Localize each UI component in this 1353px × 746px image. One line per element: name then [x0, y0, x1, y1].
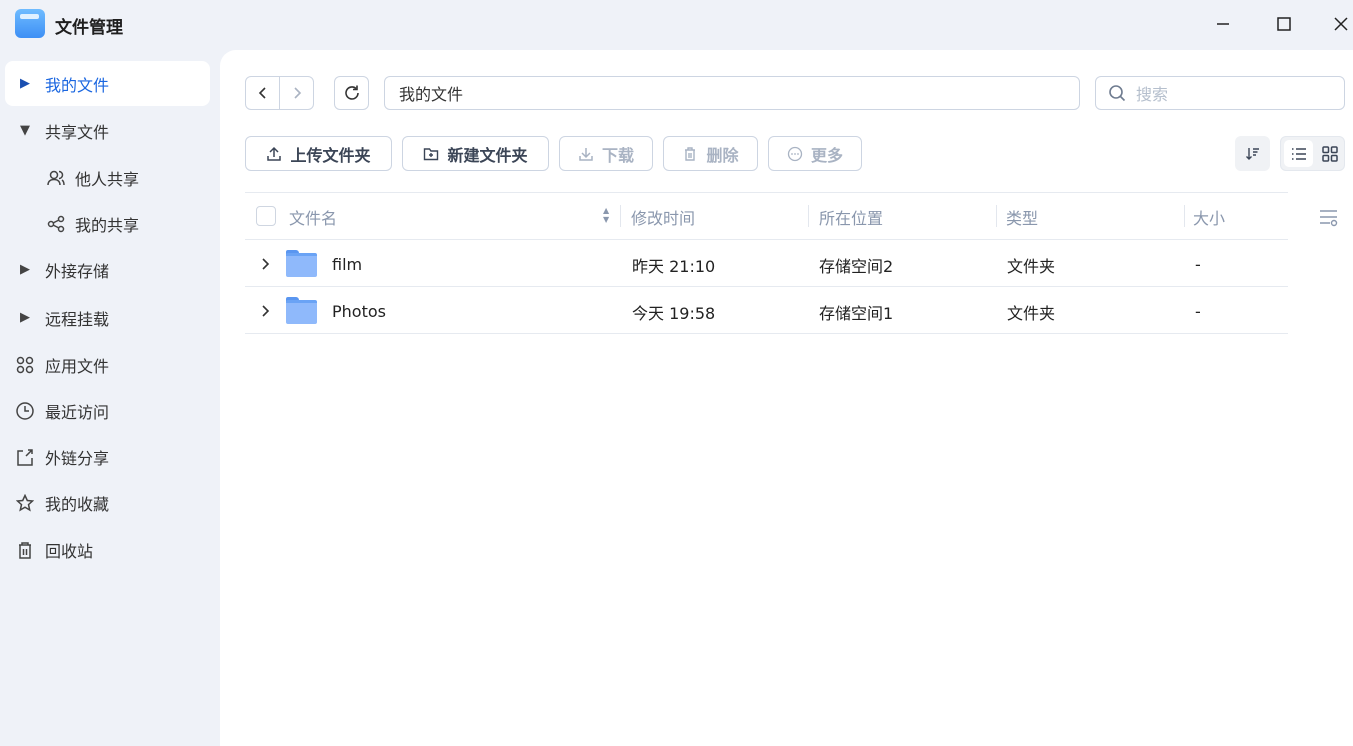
app-title: 文件管理	[55, 18, 123, 38]
file-type: 文件夹	[1007, 303, 1056, 323]
share-icon	[5, 215, 75, 233]
expand-chevron-icon[interactable]	[260, 303, 272, 322]
view-toggle	[1280, 136, 1345, 171]
sidebar-item-link-share[interactable]: 外链分享	[5, 434, 210, 479]
more-button[interactable]: 更多	[768, 136, 862, 171]
sidebar-item-recycle-bin[interactable]: 回收站	[5, 527, 210, 572]
refresh-button[interactable]	[334, 76, 369, 110]
expand-chevron-icon[interactable]	[260, 256, 272, 275]
refresh-icon	[344, 85, 359, 100]
search-input[interactable]: 搜索	[1095, 76, 1345, 110]
file-name[interactable]: Photos	[332, 288, 386, 335]
select-all-checkbox[interactable]	[256, 206, 276, 226]
sidebar-item-shared-files[interactable]: ▼ 共享文件	[5, 108, 210, 153]
sidebar-item-recent[interactable]: 最近访问	[5, 388, 210, 433]
folder-plus-icon	[424, 147, 439, 160]
sort-button[interactable]	[1235, 136, 1270, 171]
modified-time: 今天 19:58	[632, 303, 716, 323]
trash-icon	[685, 146, 696, 161]
clock-icon	[5, 401, 45, 420]
folder-icon	[286, 297, 317, 324]
path-input[interactable]: 我的文件	[384, 76, 1080, 110]
search-icon	[1109, 85, 1126, 102]
chevron-left-icon	[258, 87, 266, 99]
more-icon	[787, 146, 803, 161]
upload-folder-button[interactable]: 上传文件夹	[245, 136, 392, 171]
grid-view-button[interactable]	[1315, 140, 1344, 167]
apps-icon	[5, 356, 45, 374]
column-header-location[interactable]: 所在位置	[819, 193, 883, 240]
app-logo-icon	[15, 9, 45, 38]
location: 存储空间1	[819, 303, 894, 323]
sidebar-item-my-shares[interactable]: 我的共享	[5, 201, 210, 246]
column-header-modified[interactable]: 修改时间	[631, 193, 695, 240]
minimize-button[interactable]	[1206, 8, 1240, 40]
caret-right-icon: ▶	[20, 76, 30, 91]
location: 存储空间2	[819, 256, 894, 276]
modified-time: 昨天 21:10	[632, 256, 716, 276]
download-icon	[579, 147, 593, 161]
close-button[interactable]	[1324, 8, 1353, 40]
sidebar-item-favorites[interactable]: 我的收藏	[5, 480, 210, 525]
maximize-button[interactable]	[1267, 8, 1301, 40]
file-name[interactable]: film	[332, 241, 362, 288]
sidebar-item-remote-mount[interactable]: ▶ 远程挂载	[5, 295, 210, 340]
back-button[interactable]	[245, 76, 280, 110]
external-share-icon	[5, 448, 45, 466]
caret-right-icon: ▶	[20, 310, 30, 325]
sidebar-item-external-storage[interactable]: ▶ 外接存储	[5, 247, 210, 292]
sort-arrows-icon[interactable]: ▲ ▼	[603, 206, 609, 224]
column-header-size[interactable]: 大小	[1193, 193, 1225, 240]
chevron-right-icon	[293, 87, 301, 99]
caret-down-icon: ▼	[20, 123, 30, 138]
sidebar-item-app-files[interactable]: 应用文件	[5, 342, 210, 387]
forward-button[interactable]	[279, 76, 314, 110]
file-type: 文件夹	[1007, 256, 1056, 276]
caret-right-icon: ▶	[20, 262, 30, 277]
grid-icon	[1321, 145, 1338, 162]
download-button[interactable]: 下载	[559, 136, 653, 171]
sidebar-item-shared-with-me[interactable]: 他人共享	[5, 155, 210, 200]
new-folder-button[interactable]: 新建文件夹	[402, 136, 549, 171]
list-icon	[1291, 147, 1306, 160]
file-size: -	[1195, 255, 1201, 274]
sidebar-item-my-files[interactable]: ▶ 我的文件	[5, 61, 210, 106]
users-icon	[5, 169, 75, 187]
column-header-name[interactable]: 文件名	[289, 193, 337, 240]
column-header-type[interactable]: 类型	[1006, 193, 1038, 240]
delete-button[interactable]: 删除	[663, 136, 758, 171]
sort-descending-icon	[1245, 147, 1259, 160]
column-settings-icon[interactable]	[1319, 209, 1339, 231]
trash-icon	[5, 541, 45, 559]
file-size: -	[1195, 302, 1201, 321]
upload-icon	[267, 146, 282, 161]
folder-icon	[286, 250, 317, 277]
star-icon	[5, 493, 45, 512]
list-view-button[interactable]	[1284, 140, 1313, 167]
